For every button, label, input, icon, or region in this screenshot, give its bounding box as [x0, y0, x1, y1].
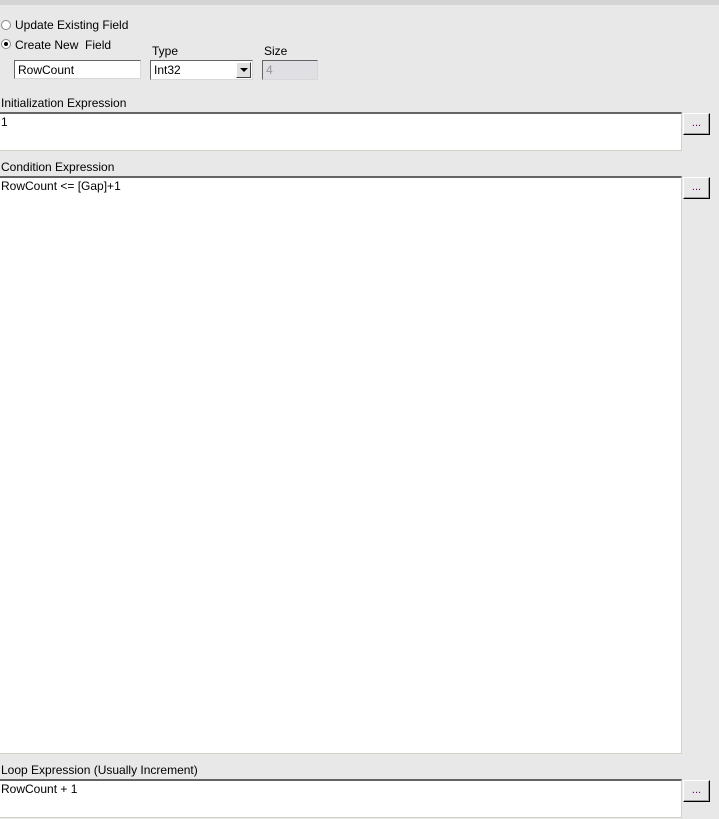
condition-label: Condition Expression: [1, 160, 115, 174]
init-expression-input[interactable]: 1: [0, 112, 682, 151]
update-existing-label: Update Existing Field: [15, 18, 129, 32]
update-existing-radio[interactable]: [1, 20, 11, 30]
field-name-input[interactable]: RowCount: [14, 60, 141, 79]
loop-label: Loop Expression (Usually Increment): [1, 763, 198, 777]
type-value: Int32: [154, 63, 181, 77]
condition-builder-button[interactable]: ...: [683, 177, 710, 199]
init-label: Initialization Expression: [1, 96, 127, 110]
loop-builder-button[interactable]: ...: [683, 780, 710, 802]
type-select[interactable]: Int32: [150, 60, 253, 80]
size-input: 4: [262, 60, 318, 80]
condition-expression-input[interactable]: RowCount <= [Gap]+1: [0, 176, 682, 754]
create-new-label: Create New Field: [15, 38, 112, 52]
type-label: Type: [152, 44, 179, 58]
chevron-down-icon[interactable]: [236, 62, 251, 78]
top-border: [0, 0, 719, 5]
create-new-radio[interactable]: [1, 39, 11, 49]
loop-expression-input[interactable]: RowCount + 1: [0, 779, 682, 818]
size-label: Size: [264, 44, 288, 58]
init-builder-button[interactable]: ...: [683, 113, 710, 135]
